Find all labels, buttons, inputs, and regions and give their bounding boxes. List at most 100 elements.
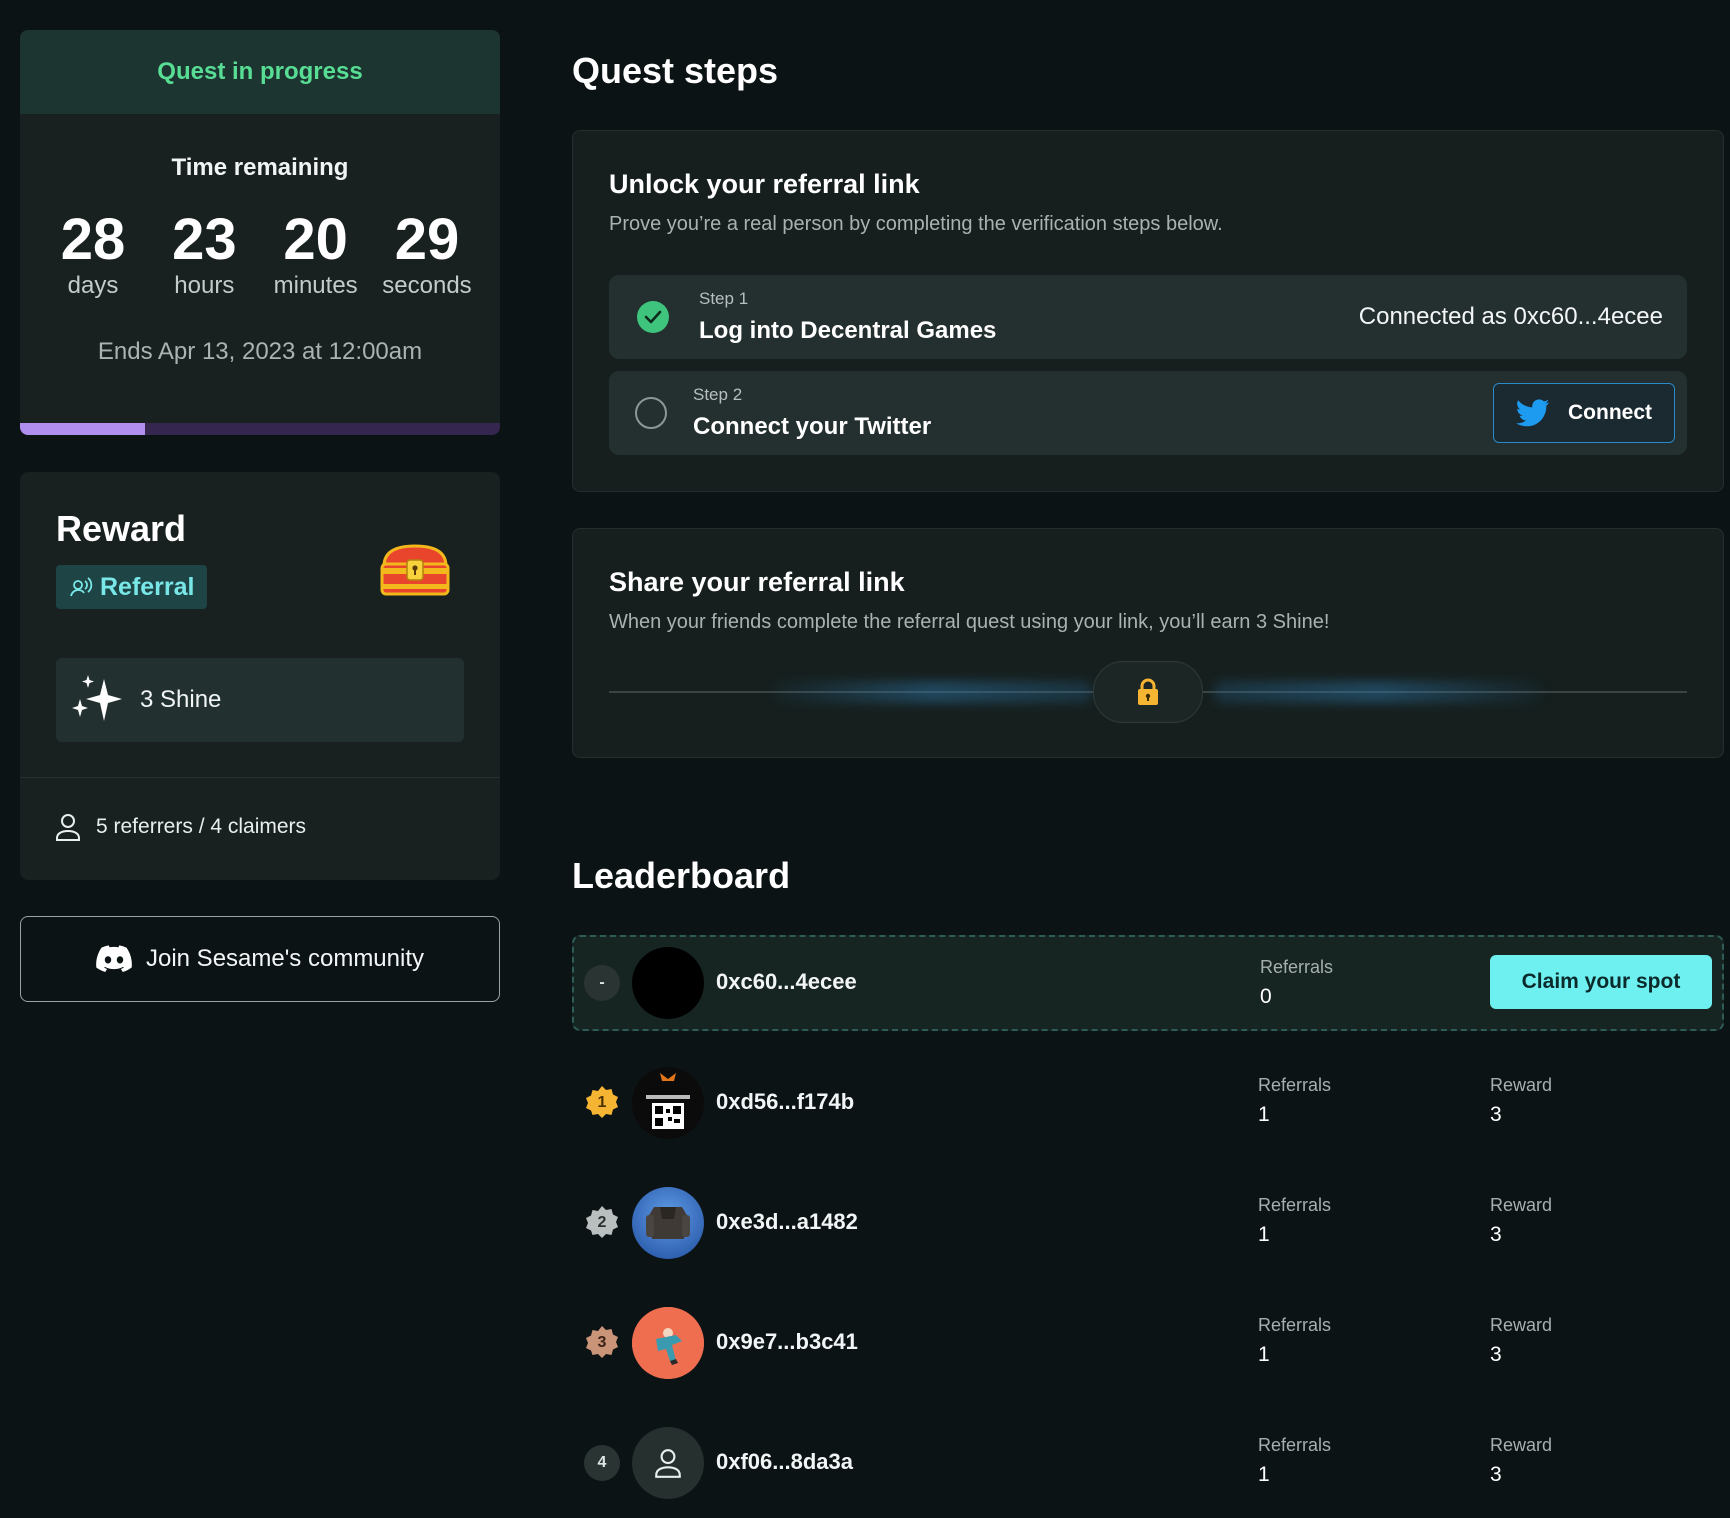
connect-twitter-button[interactable]: Connect	[1493, 383, 1675, 443]
countdown-label: minutes	[273, 272, 358, 299]
unlock-referral-subtitle: Prove you’re a real person by completing…	[609, 213, 1223, 235]
step-title: Log into Decentral Games	[699, 317, 997, 344]
claim-spot-button[interactable]: Claim your spot	[1490, 955, 1712, 1009]
silver-rank-badge: 2	[584, 1205, 620, 1241]
leaderboard-row: 4 0xf06...8da3a Referrals 1 Reward 3	[572, 1415, 1724, 1511]
reward-label: Reward	[1490, 1075, 1553, 1095]
blurred-link-right	[1213, 681, 1543, 703]
quest-steps-title: Quest steps	[572, 50, 779, 91]
reward-value: 3	[1490, 1463, 1502, 1486]
avatar	[632, 1067, 704, 1139]
unlock-referral-panel: Unlock your referral link Prove you’re a…	[572, 130, 1724, 492]
reward-label: Reward	[1490, 1315, 1553, 1335]
user-icon	[56, 814, 80, 841]
wallet-address: 0x9e7...b3c41	[716, 1329, 858, 1354]
reward-value: 3	[1490, 1103, 1502, 1126]
wallet-address: 0xd56...f174b	[716, 1089, 855, 1114]
avatar	[632, 1427, 704, 1499]
empty-circle-icon	[635, 397, 667, 429]
leaderboard-row: 1 0xd56...f174b Referrals 1 Reward 3	[572, 1055, 1724, 1151]
quest-end-date: Ends Apr 13, 2023 at 12:00am	[97, 338, 423, 365]
wallet-address: 0xe3d...a1482	[716, 1209, 858, 1234]
countdown-label: hours	[174, 272, 235, 299]
reward-type-label: Referral	[100, 572, 195, 601]
referrals-label: Referrals	[1258, 1075, 1332, 1095]
lock-icon	[1138, 678, 1158, 705]
check-icon	[637, 301, 669, 333]
reward-value: 3	[1490, 1223, 1502, 1246]
bronze-rank-badge: 3	[584, 1325, 620, 1361]
share-referral-title: Share your referral link	[609, 567, 905, 597]
step-row-login: Step 1 Log into Decentral Games Connecte…	[609, 275, 1687, 359]
discord-icon	[96, 945, 132, 972]
countdown-value: 23	[172, 207, 237, 272]
countdown-label: seconds	[382, 272, 472, 299]
referrals-label: Referrals	[1258, 1315, 1332, 1335]
step-number: Step 2	[693, 385, 743, 404]
avatar	[632, 947, 704, 1019]
quest-status-banner: Quest in progress	[20, 30, 500, 114]
connect-label: Connect	[1568, 401, 1652, 424]
quest-progress-bar	[20, 423, 500, 435]
avatar	[632, 1187, 704, 1259]
referrals-value: 1	[1258, 1103, 1270, 1126]
quest-status-card: Quest in progress Time remaining 28 days…	[20, 30, 500, 435]
quest-status-label: Quest in progress	[157, 58, 363, 85]
step-title: Connect your Twitter	[693, 413, 932, 440]
reward-card: Reward Referral 3 Shine 5 referrers / 4 …	[20, 472, 500, 880]
referrals-label: Referrals	[1258, 1195, 1332, 1215]
step-number: Step 1	[699, 289, 749, 308]
leaderboard-title: Leaderboard	[572, 855, 791, 896]
avatar	[632, 1307, 704, 1379]
countdown: 28 days 23 hours 20 minutes 29 seconds	[20, 210, 500, 300]
blurred-link-left	[773, 681, 1093, 703]
reward-label: Reward	[1490, 1195, 1553, 1215]
referrals-value: 1	[1258, 1343, 1270, 1366]
referral-icon	[70, 577, 93, 597]
leaderboard-row: 3 0x9e7...b3c41 Referrals 1 Reward 3	[572, 1295, 1724, 1391]
reward-label: Reward	[1490, 1435, 1553, 1455]
share-referral-panel: Share your referral link When your frien…	[572, 528, 1724, 758]
countdown-value: 28	[60, 207, 126, 272]
reward-type-badge: Referral	[56, 565, 207, 609]
countdown-minutes: 20 minutes	[263, 210, 369, 300]
referrals-value: 1	[1258, 1463, 1270, 1486]
quest-progress-fill	[20, 423, 145, 435]
locked-link-pill	[1093, 661, 1203, 723]
countdown-value: 20	[283, 207, 348, 272]
reward-amount: 3 Shine	[140, 686, 222, 713]
countdown-hours: 23 hours	[151, 210, 257, 300]
reward-amount-box: 3 Shine	[56, 658, 464, 742]
countdown-seconds: 29 seconds	[374, 210, 480, 300]
divider	[20, 777, 500, 778]
unlock-referral-title: Unlock your referral link	[609, 169, 920, 199]
reward-title: Reward	[56, 508, 187, 549]
share-referral-subtitle: When your friends complete the referral …	[609, 611, 1330, 633]
rank-badge: -	[584, 965, 620, 1001]
sparkles-icon	[72, 675, 122, 721]
referrals-label: Referrals	[1258, 1435, 1332, 1455]
referrer-stats-text: 5 referrers / 4 claimers	[96, 815, 307, 838]
gold-rank-badge: 1	[584, 1085, 620, 1121]
step-status: Connected as 0xc60...4ecee	[1358, 303, 1663, 330]
wallet-address: 0xf06...8da3a	[716, 1449, 853, 1474]
rank-number: 1	[597, 1094, 607, 1111]
time-remaining-title: Time remaining	[171, 154, 349, 181]
referrer-stats: 5 referrers / 4 claimers	[54, 812, 306, 842]
reward-value: 3	[1490, 1343, 1502, 1366]
countdown-label: days	[67, 272, 119, 299]
rank-badge: 4	[584, 1445, 620, 1481]
referrals-value: 0	[1260, 985, 1272, 1008]
twitter-icon	[1516, 399, 1550, 427]
join-community-button[interactable]: Join Sesame's community	[20, 916, 500, 1002]
join-community-label: Join Sesame's community	[145, 945, 424, 972]
countdown-value: 29	[394, 207, 460, 272]
leaderboard-row: 2 0xe3d...a1482 Referrals 1 Reward 3	[572, 1175, 1724, 1271]
wallet-address: 0xc60...4ecee	[716, 969, 857, 994]
step-row-twitter: Step 2 Connect your Twitter Connect	[609, 371, 1687, 455]
countdown-days: 28 days	[40, 210, 146, 300]
treasure-chest-icon	[380, 544, 450, 596]
rank-number: 2	[597, 1214, 607, 1231]
referrals-value: 1	[1258, 1223, 1270, 1246]
referrals-label: Referrals	[1260, 957, 1334, 977]
